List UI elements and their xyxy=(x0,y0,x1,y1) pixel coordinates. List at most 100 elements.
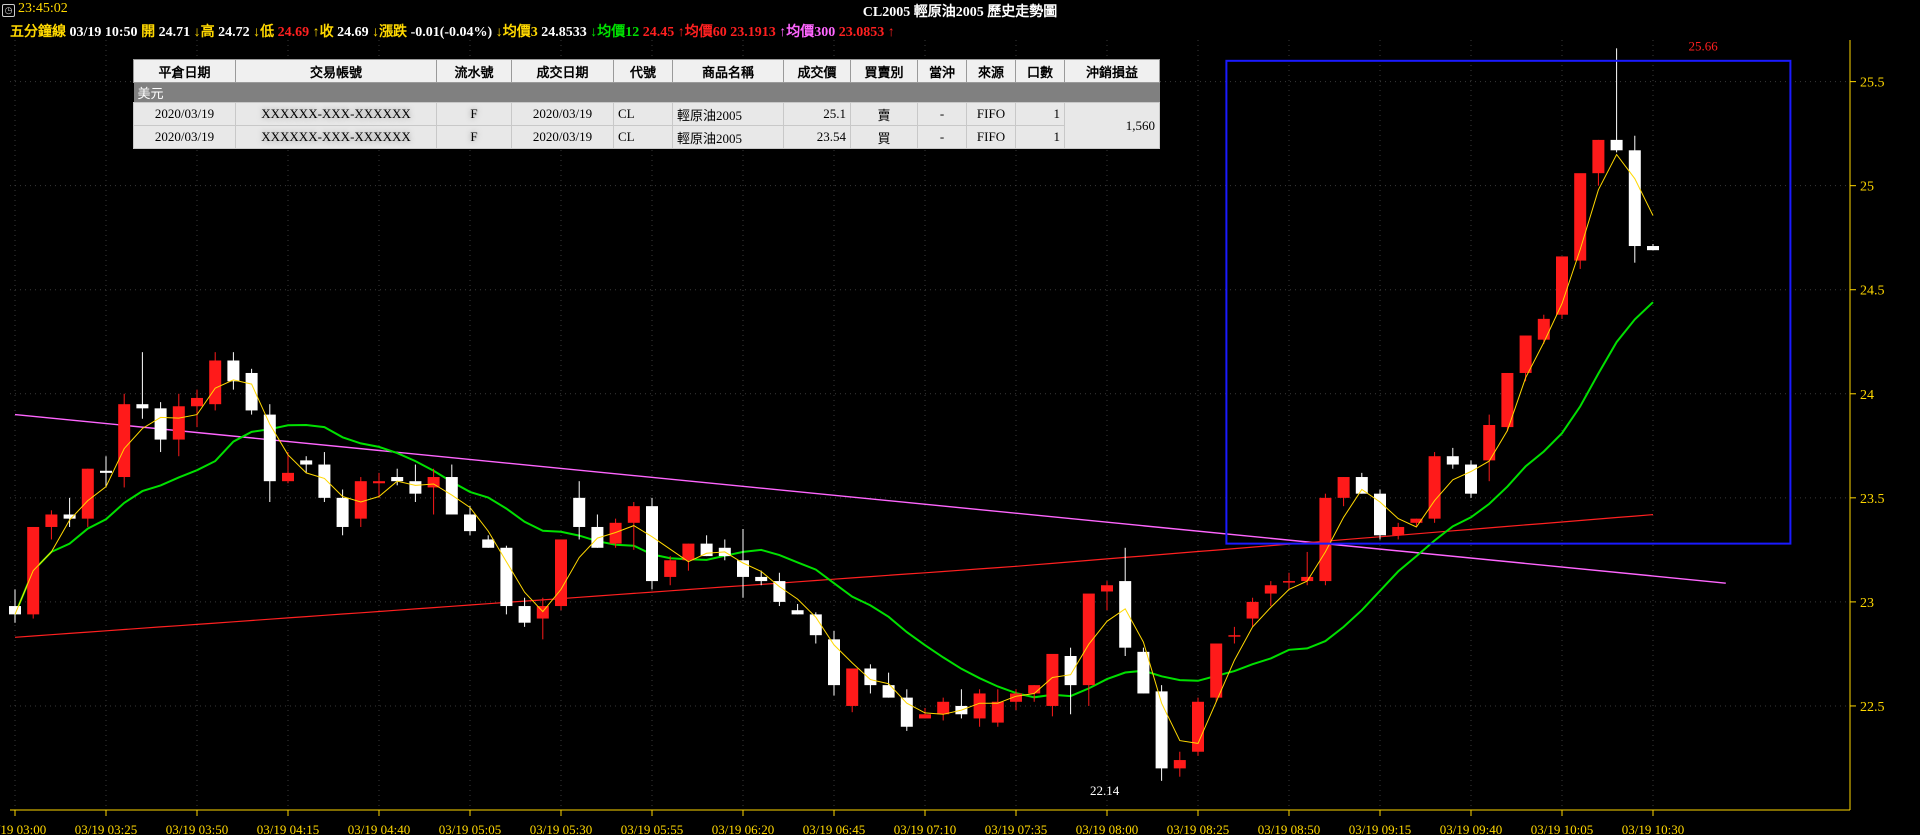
cell-qty: 1 xyxy=(1015,102,1065,126)
y-tick-label: 23 xyxy=(1860,596,1874,611)
cell-day-trade: - xyxy=(917,102,967,126)
y-tick-label: 25.5 xyxy=(1860,76,1885,91)
candle-body xyxy=(427,477,440,488)
candle-body xyxy=(919,714,931,719)
candle-body xyxy=(1537,318,1550,340)
col-account[interactable]: 交易帳號 xyxy=(235,59,437,83)
x-tick-label: 03/19 04:15 xyxy=(257,822,319,835)
candle-body xyxy=(1519,335,1532,373)
candle-body xyxy=(1592,139,1605,174)
x-tick-label: 03/19 03:25 xyxy=(75,822,137,835)
x-tick-label: 03/19 05:05 xyxy=(439,822,501,835)
candle-body xyxy=(81,468,94,519)
candle-body xyxy=(354,481,367,519)
candle-body xyxy=(1228,635,1241,637)
col-code[interactable]: 代號 xyxy=(613,59,673,83)
candle-body xyxy=(136,404,149,409)
cell-serial: F xyxy=(436,102,512,126)
high-annotation: 25.66 xyxy=(1689,38,1719,53)
candle-body xyxy=(973,693,986,719)
candle-body xyxy=(100,470,112,473)
candle-body xyxy=(464,514,476,532)
col-pnl[interactable]: 沖銷損益 xyxy=(1064,59,1160,83)
candle-body xyxy=(300,460,313,465)
highlight-box xyxy=(1225,59,1792,545)
candle-body xyxy=(627,506,640,523)
candle-body xyxy=(937,701,950,715)
y-tick-label: 25 xyxy=(1860,180,1874,195)
candle-body xyxy=(773,581,786,602)
cell-serial: F xyxy=(436,125,512,149)
col-serial[interactable]: 流水號 xyxy=(436,59,512,83)
candle-body xyxy=(573,497,586,527)
candle-body xyxy=(45,514,58,527)
candle-body xyxy=(318,464,331,498)
col-close-date[interactable]: 平倉日期 xyxy=(133,59,236,83)
cell-trade-date: 2020/03/19 xyxy=(511,125,614,149)
candle-body xyxy=(1064,656,1077,686)
candle-body xyxy=(1483,425,1496,461)
candle-body xyxy=(755,576,768,582)
candle-body xyxy=(682,543,695,561)
candle-body xyxy=(791,610,804,615)
candle-body xyxy=(118,404,131,478)
candle-body xyxy=(1173,760,1186,769)
candle-body xyxy=(664,560,677,577)
candle-body xyxy=(1101,585,1113,592)
x-tick-label: 03/19 03:00 xyxy=(0,822,46,835)
candle-body xyxy=(172,406,185,440)
cell-price: 25.1 xyxy=(783,102,851,126)
x-tick-label: 03/19 05:55 xyxy=(621,822,683,835)
candle-body xyxy=(1355,477,1368,494)
x-tick-label: 03/19 08:50 xyxy=(1258,822,1320,835)
x-tick-label: 03/19 09:40 xyxy=(1440,822,1502,835)
candle-body xyxy=(1574,173,1587,261)
candle-body xyxy=(700,543,713,557)
cell-name: 輕原油2005 xyxy=(672,102,784,126)
candle-body xyxy=(864,668,877,686)
candle-body xyxy=(1337,477,1350,498)
candle-body xyxy=(1374,493,1386,536)
y-tick-label: 24.5 xyxy=(1860,284,1885,299)
candle-body xyxy=(1192,701,1204,752)
candle-body xyxy=(991,701,1004,723)
candle-body xyxy=(500,547,513,607)
col-source[interactable]: 來源 xyxy=(966,59,1016,83)
candle-body xyxy=(646,506,658,582)
group-row[interactable]: 美元 xyxy=(133,82,1160,103)
cell-day-trade: - xyxy=(917,125,967,149)
table-row[interactable]: 2020/03/19 XXXXXX-XXX-XXXXXX F 2020/03/1… xyxy=(133,102,1160,149)
y-tick-label: 24 xyxy=(1860,388,1874,403)
x-tick-label: 03/19 06:45 xyxy=(803,822,865,835)
cell-code: CL xyxy=(613,125,673,149)
cell-close-date: 2020/03/19 xyxy=(133,102,236,126)
candle-body xyxy=(609,522,622,544)
candle-body xyxy=(209,360,222,405)
col-price[interactable]: 成交價 xyxy=(783,59,851,83)
col-qty[interactable]: 口數 xyxy=(1015,59,1065,83)
y-tick-label: 22.5 xyxy=(1860,700,1885,715)
candle-body xyxy=(409,481,422,494)
trade-table: 平倉日期 交易帳號 流水號 成交日期 代號 商品名稱 成交價 買賣別 當沖 來源… xyxy=(133,59,1160,149)
y-tick-label: 23.5 xyxy=(1860,492,1885,507)
cell-account: XXXXXX-XXX-XXXXXX xyxy=(235,102,437,126)
candle-body xyxy=(282,472,294,482)
candle-body xyxy=(391,477,404,482)
candle-body xyxy=(846,668,859,706)
candle-body xyxy=(1119,581,1132,648)
candle-body xyxy=(1392,526,1405,536)
cell-trade-date: 2020/03/19 xyxy=(511,102,614,126)
table-row[interactable]: 2020/03/19 XXXXXX-XXX-XXXXXX F 2020/03/1… xyxy=(133,125,1160,149)
candle-body xyxy=(882,685,895,698)
candle-body xyxy=(1446,456,1459,465)
x-tick-label: 03/19 10:30 xyxy=(1622,822,1684,835)
col-name[interactable]: 商品名稱 xyxy=(672,59,784,83)
candle-body xyxy=(227,360,240,382)
col-side[interactable]: 買賣別 xyxy=(850,59,918,83)
candle-body xyxy=(1264,585,1277,594)
x-tick-label: 03/19 07:10 xyxy=(894,822,956,835)
col-trade-date[interactable]: 成交日期 xyxy=(511,59,614,83)
candle-body xyxy=(828,639,840,686)
col-day-trade[interactable]: 當沖 xyxy=(917,59,967,83)
candle-body xyxy=(518,606,531,623)
